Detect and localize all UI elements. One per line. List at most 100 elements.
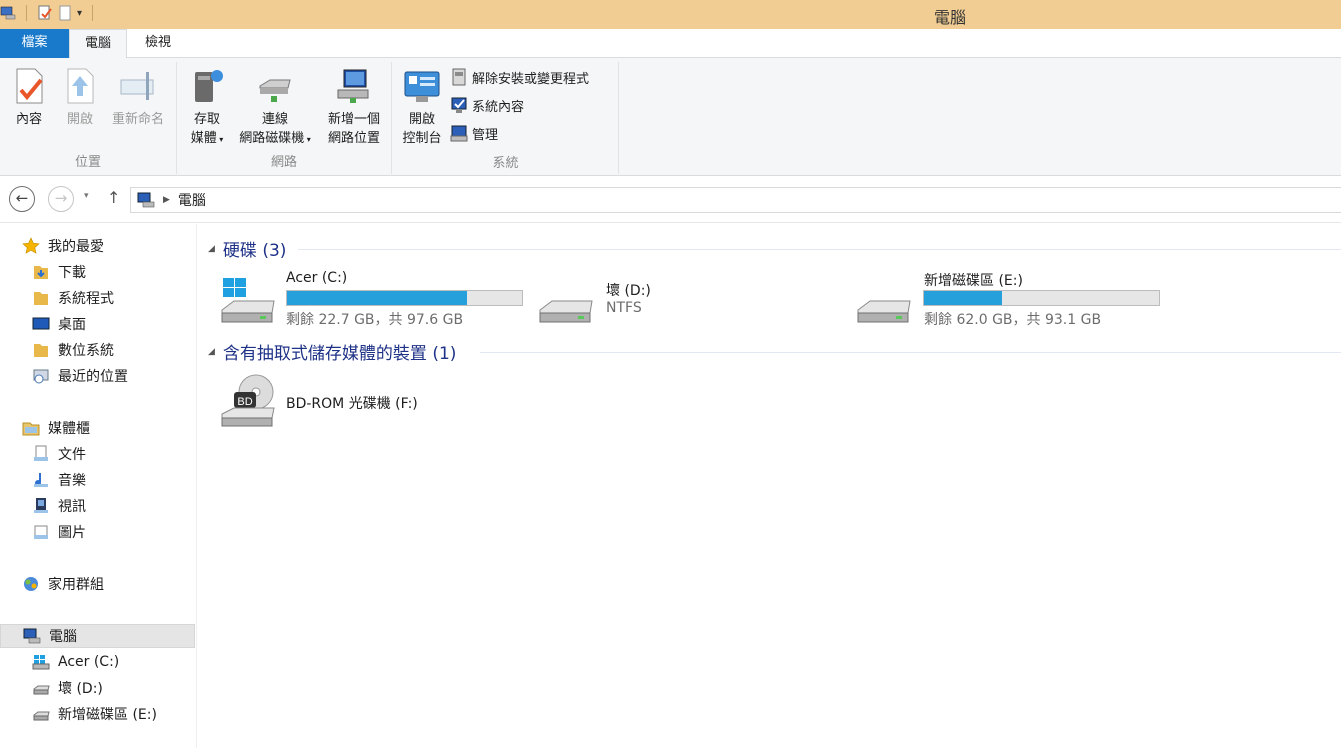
access-media-button[interactable]: 存取 媒體 ▾ <box>183 66 231 149</box>
sidebar-item-music[interactable]: 音樂 <box>32 468 86 492</box>
system-properties-button[interactable]: 系統內容 <box>450 94 524 116</box>
location-group: 內容 開啟 重新命名 位置 <box>0 62 177 174</box>
sidebar-item-libraries[interactable]: 媒體櫃 <box>22 416 90 440</box>
system-properties-icon <box>451 97 467 113</box>
drive-d-filesystem: NTFS <box>606 300 642 316</box>
windows-drive-icon <box>32 655 50 670</box>
pictures-icon <box>34 525 48 539</box>
add-location-line2: 網路位置 <box>327 131 380 146</box>
sidebar-item-desktop[interactable]: 桌面 <box>32 312 86 336</box>
map-network-drive-button[interactable]: 連線 網路磁碟機 ▾ <box>233 66 317 149</box>
back-button[interactable]: ← <box>9 186 35 212</box>
address-bar[interactable]: ▶ 電腦 <box>130 187 1341 213</box>
file-list: ◢ 硬碟 (3) Acer (C:) 剩餘 22.7 GB，共 97.6 GB … <box>198 224 1341 748</box>
breadcrumb-computer[interactable]: 電腦 <box>178 190 206 210</box>
dropdown-arrow-icon: ▾ <box>216 135 224 144</box>
ribbon-tabs: 檔案 電腦 檢視 <box>0 29 1341 59</box>
location-group-label: 位置 <box>74 155 101 170</box>
navigation-bar: ← → ▾ ↑ ▶ 電腦 <box>0 177 1341 223</box>
sidebar-item-downloads[interactable]: 下載 <box>32 260 86 284</box>
map-drive-line2: 網路磁碟機 <box>239 131 305 146</box>
sidebar-item-documents[interactable]: 文件 <box>32 442 86 466</box>
desktop-icon <box>32 317 50 330</box>
drive-c-tile[interactable]: Acer (C:) 剩餘 22.7 GB，共 97.6 GB <box>220 270 540 330</box>
map-drive-line1: 連線 <box>261 112 288 127</box>
sidebar-item-pictures[interactable]: 圖片 <box>32 520 86 544</box>
properties-button[interactable]: 內容 <box>8 66 50 129</box>
up-arrow-icon[interactable]: ↑ <box>107 188 120 207</box>
manage-button[interactable]: 管理 <box>450 122 498 144</box>
sidebar-item-drive-e[interactable]: 新增磁碟區 (E:) <box>32 702 157 726</box>
uninstall-program-button[interactable]: 解除安裝或變更程式 <box>450 66 589 88</box>
properties-icon <box>16 68 43 104</box>
videos-icon <box>34 498 48 513</box>
star-icon <box>22 237 40 254</box>
sidebar-item-system-programs[interactable]: 系統程式 <box>32 286 114 310</box>
digital-system-label: 數位系統 <box>58 343 114 359</box>
drive-e-tile[interactable]: 新增磁碟區 (E:) 剩餘 62.0 GB，共 93.1 GB <box>856 270 1176 330</box>
drive-e-space: 剩餘 62.0 GB，共 93.1 GB <box>924 312 1102 328</box>
collapse-icon[interactable]: ◢ <box>208 347 215 357</box>
desktop-label: 桌面 <box>58 317 86 333</box>
optical-drive-name: BD-ROM 光碟機 (F:) <box>286 396 418 412</box>
dropdown-arrow-icon: ▾ <box>304 135 311 144</box>
manage-label: 管理 <box>472 127 499 143</box>
documents-label: 文件 <box>58 447 86 463</box>
new-folder-icon[interactable] <box>57 5 73 21</box>
access-media-line2: 媒體 <box>190 131 217 146</box>
properties-label: 內容 <box>15 112 42 127</box>
removable-header-label: 含有抽取式儲存媒體的裝置 (1) <box>222 344 457 364</box>
properties-icon[interactable] <box>37 5 53 21</box>
collapse-icon[interactable]: ◢ <box>208 244 215 254</box>
hard-drive-icon <box>33 711 50 721</box>
sidebar-item-drive-c[interactable]: Acer (C:) <box>32 650 119 674</box>
media-server-icon <box>195 70 223 102</box>
drive-e-usage-fill <box>924 291 1003 305</box>
open-control-panel-button[interactable]: 開啟 控制台 <box>398 66 446 148</box>
hard-drive-icon <box>857 300 911 323</box>
folder-icon <box>34 344 48 357</box>
sidebar-item-recent-places[interactable]: 最近的位置 <box>32 364 128 388</box>
tab-file[interactable]: 檔案 <box>0 29 69 58</box>
system-properties-label: 系統內容 <box>472 99 525 115</box>
sidebar-item-computer[interactable]: 電腦 <box>0 624 195 648</box>
computer-icon <box>23 628 41 644</box>
open-label: 開啟 <box>66 112 93 127</box>
downloads-label: 下載 <box>58 265 86 281</box>
sidebar-item-favorites[interactable]: 我的最愛 <box>22 234 104 258</box>
uninstall-label: 解除安裝或變更程式 <box>472 71 590 87</box>
customize-dropdown-icon[interactable]: ▾ <box>77 8 82 19</box>
system-programs-label: 系統程式 <box>58 291 114 307</box>
section-divider <box>298 249 1341 250</box>
add-network-location-button[interactable]: 新增一個 網路位置 <box>321 66 387 148</box>
recent-places-label: 最近的位置 <box>58 369 128 385</box>
drive-e-label: 新增磁碟區 (E:) <box>58 707 157 723</box>
music-label: 音樂 <box>58 473 86 489</box>
rename-button[interactable]: 重新命名 <box>106 66 170 129</box>
sidebar-item-drive-d[interactable]: 壞 (D:) <box>32 676 103 700</box>
drive-d-tile[interactable]: 壞 (D:) NTFS <box>538 280 718 330</box>
libraries-icon <box>22 422 40 436</box>
tab-computer[interactable]: 電腦 <box>69 29 127 59</box>
removable-storage-group-header[interactable]: ◢ 含有抽取式儲存媒體的裝置 (1) <box>208 339 456 364</box>
tab-view[interactable]: 檢視 <box>130 29 186 58</box>
sidebar-item-digital-system[interactable]: 數位系統 <box>32 338 114 362</box>
libraries-label: 媒體櫃 <box>48 421 90 437</box>
sidebar-item-videos[interactable]: 視訊 <box>32 494 86 518</box>
forward-button[interactable]: → <box>48 186 74 212</box>
videos-label: 視訊 <box>58 499 86 515</box>
open-button[interactable]: 開啟 <box>60 66 100 129</box>
drive-c-name: Acer (C:) <box>286 270 348 286</box>
computer-label: 電腦 <box>49 629 77 645</box>
computer-icon[interactable] <box>0 5 16 21</box>
homegroup-label: 家用群組 <box>48 577 104 593</box>
optical-drive-tile[interactable]: BD BD-ROM 光碟機 (F:) <box>220 372 480 432</box>
hard-drive-icon <box>33 685 50 695</box>
music-icon <box>34 473 48 487</box>
sidebar-item-homegroup[interactable]: 家用群組 <box>22 572 104 596</box>
breadcrumb-separator-icon[interactable]: ▶ <box>163 195 170 205</box>
hard-drives-group-header[interactable]: ◢ 硬碟 (3) <box>208 236 286 261</box>
section-divider <box>480 352 1341 353</box>
recent-locations-dropdown-icon[interactable]: ▾ <box>84 191 89 201</box>
drive-d-label: 壞 (D:) <box>58 681 103 697</box>
